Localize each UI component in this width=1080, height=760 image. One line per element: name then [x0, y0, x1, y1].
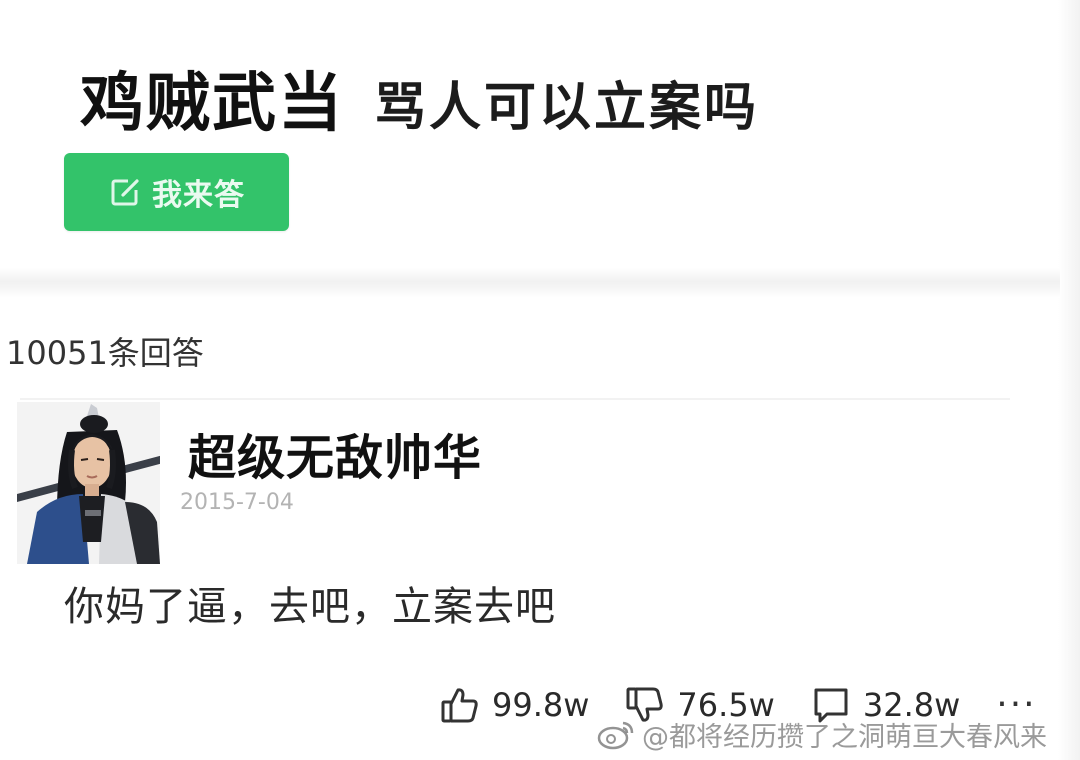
page-edge-shadow — [1058, 0, 1080, 760]
like-count: 99.8w — [492, 685, 590, 724]
question-text: 骂人可以立案吗 — [374, 78, 760, 138]
author-name[interactable]: 超级无敌帅华 — [188, 418, 482, 488]
weibo-icon — [597, 721, 634, 750]
answer-date: 2015-7-04 — [180, 490, 294, 515]
answer-button-label: 我来答 — [152, 178, 245, 213]
edit-icon — [111, 179, 139, 206]
answer-content: 你妈了逼，去吧，立案去吧 — [64, 584, 556, 630]
answer-button[interactable]: 我来答 — [64, 153, 289, 231]
watermark: @都将经历攒了之洞萌亘大春风来 — [596, 712, 1047, 756]
question-title: 鸡贼武当 骂人可以立案吗 — [80, 52, 759, 144]
watermark-text: @都将经历攒了之洞萌亘大春风来 — [642, 721, 1047, 753]
answer-divider — [20, 398, 1010, 400]
section-divider — [0, 268, 1060, 298]
thumbs-up-icon — [441, 687, 478, 722]
answers-count: 10051条回答 — [6, 334, 204, 372]
like-button[interactable]: 99.8w — [440, 685, 589, 725]
swordsman-avatar — [17, 402, 160, 564]
author-avatar[interactable] — [17, 402, 160, 564]
question-tag: 鸡贼武当 — [80, 67, 344, 141]
